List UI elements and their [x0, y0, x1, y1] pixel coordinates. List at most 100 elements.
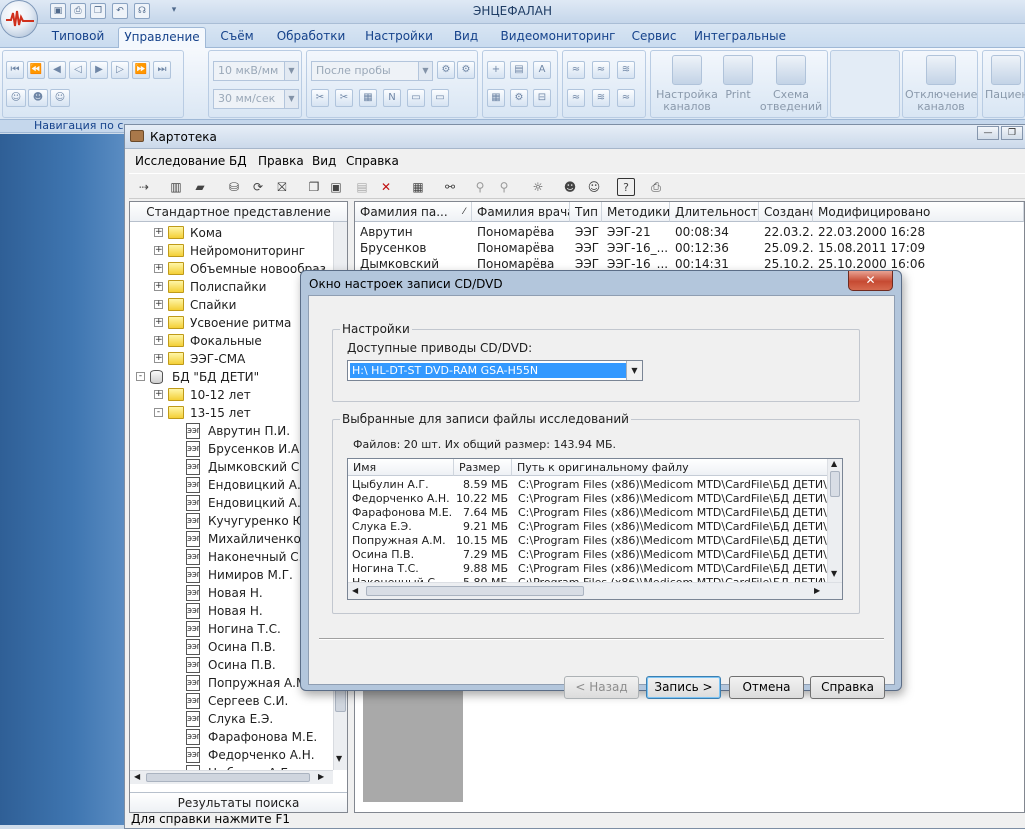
help-button[interactable]: Справка — [810, 676, 885, 699]
tool-icon[interactable]: ✂ — [335, 89, 353, 107]
scheme-button[interactable]: Схема отведений — [757, 55, 825, 113]
file-row[interactable]: Попружная А.М. 10.15 МБ C:\Program Files (… — [348, 534, 827, 548]
close-icon[interactable]: ✕ — [848, 271, 893, 291]
scroll-left-icon[interactable]: ◀ — [134, 772, 140, 781]
name-icon[interactable]: N — [383, 89, 401, 107]
wave-icon[interactable]: ≋ — [592, 89, 610, 107]
tab-servis[interactable]: Сервис — [626, 27, 682, 48]
print-icon[interactable]: ⎙ — [70, 3, 86, 19]
file-col-name[interactable]: Имя — [348, 459, 454, 476]
app-menu-button[interactable] — [0, 0, 38, 38]
tree-node[interactable]: ЭЭГ Фарафонова М.Е. — [130, 728, 333, 746]
paste-icon[interactable]: ▣ — [327, 178, 345, 196]
after-probe-combo[interactable]: После пробы ▼ — [311, 61, 433, 81]
database-icon[interactable]: ⛁ — [225, 178, 243, 196]
tab-obrabotki[interactable]: Обработки — [270, 27, 352, 48]
channels-setup-button[interactable]: Настройка каналов — [655, 55, 719, 113]
lightbulb-icon[interactable]: ☼ — [529, 178, 547, 196]
folder-open-icon[interactable]: ▰ — [191, 178, 209, 196]
write-button[interactable]: Запись > — [646, 676, 721, 699]
cancel-button[interactable]: Отмена — [729, 676, 804, 699]
col-type[interactable]: Тип — [570, 202, 602, 222]
tab-videomonitoring[interactable]: Видеомониторинг — [496, 27, 620, 48]
table-row[interactable]: Аврутин Пономарёва ЭЭГ ЭЭГ-21 00:08:34 22.03.… — [355, 224, 1024, 240]
file-col-path[interactable]: Путь к оригинальному файлу — [512, 459, 842, 476]
expand-icon[interactable]: + — [154, 228, 163, 237]
col-patient[interactable]: Фамилия па... ⁄ — [355, 202, 472, 222]
play-back-icon[interactable]: ◁ — [69, 61, 87, 79]
print-button[interactable]: Print — [721, 55, 755, 101]
file-row[interactable]: Цыбулин А.Г. 8.59 МБ C:\Program Files (x86… — [348, 478, 827, 492]
disconnect-channels-button[interactable]: Отключение каналов — [905, 55, 977, 113]
step-back-icon[interactable]: ◀ — [48, 61, 66, 79]
help-icon[interactable]: ? — [617, 178, 635, 196]
undo-icon[interactable]: ↶ — [112, 3, 128, 19]
scroll-right-icon[interactable]: ▶ — [318, 772, 324, 781]
pin-icon[interactable]: ⚲ — [471, 178, 489, 196]
menu-help[interactable]: Справка — [346, 154, 399, 168]
speed-combo[interactable]: 30 мм/сек ▼ — [213, 89, 299, 109]
tree-node[interactable]: ЭЭГ Федорченко А.Н. — [130, 746, 333, 764]
first-icon[interactable]: ⏮ — [6, 61, 24, 79]
tree-node[interactable]: ЭЭГ Слука Е.Э. — [130, 710, 333, 728]
wave-icon[interactable]: ≈ — [592, 61, 610, 79]
last-icon[interactable]: ⏭ — [153, 61, 171, 79]
back-button[interactable]: < Назад — [564, 676, 639, 699]
save-icon[interactable]: ▣ — [50, 3, 66, 19]
tree-node[interactable]: ЭЭГ Сергеев С.И. — [130, 692, 333, 710]
people-icon[interactable]: ☺ — [50, 89, 70, 107]
scroll-thumb[interactable] — [146, 773, 310, 782]
wave-icon[interactable]: ≈ — [567, 89, 585, 107]
auto-icon[interactable]: A — [533, 61, 551, 79]
expand-icon[interactable]: + — [154, 390, 163, 399]
sensitivity-combo[interactable]: 10 мкВ/мм ▼ — [213, 61, 299, 81]
file-row[interactable]: Осина П.В. 7.29 МБ C:\Program Files (x86)\… — [348, 548, 827, 562]
tab-vid[interactable]: Вид — [446, 27, 486, 48]
collapse-icon[interactable]: - — [154, 408, 163, 417]
tool-icon[interactable]: ✂ — [311, 89, 329, 107]
tab-tipovoy[interactable]: Типовой — [40, 27, 116, 48]
wave-icon[interactable]: ≈ — [617, 89, 635, 107]
users-icon[interactable]: ☻ — [561, 178, 579, 196]
people-icon[interactable]: ☻ — [28, 89, 48, 107]
signal-icon[interactable]: ☊ — [134, 3, 150, 19]
file-row[interactable]: Федорченко А.Н. 10.22 МБ C:\Program Files … — [348, 492, 827, 506]
add-page-icon[interactable]: + — [487, 61, 505, 79]
expand-icon[interactable]: + — [154, 300, 163, 309]
people-icon[interactable]: ☺ — [6, 89, 26, 107]
scroll-thumb[interactable] — [830, 471, 840, 497]
menu-research[interactable]: Исследование — [135, 154, 225, 168]
expand-icon[interactable]: + — [154, 282, 163, 291]
delete-db-icon[interactable]: ⛝ — [273, 178, 291, 196]
tree-horizontal-scrollbar[interactable]: ◀ ▶ — [130, 770, 333, 784]
scroll-right-icon[interactable]: ▶ — [814, 586, 820, 595]
delete-icon[interactable]: ✕ — [377, 178, 395, 196]
wave-icon[interactable]: ≈ — [567, 61, 585, 79]
file-row[interactable]: Фарафонова М.Е. 7.64 МБ C:\Program Files (… — [348, 506, 827, 520]
tree-node[interactable]: + Нейромониторинг — [130, 242, 333, 260]
monitor-icon[interactable]: ▭ — [407, 89, 425, 107]
expand-icon[interactable]: + — [154, 336, 163, 345]
settings-icon[interactable]: ⚙ — [510, 89, 528, 107]
minimize-icon[interactable]: — — [977, 126, 999, 140]
scroll-down-icon[interactable]: ▼ — [831, 569, 837, 578]
menu-view[interactable]: Вид — [312, 154, 336, 168]
expand-icon[interactable]: + — [154, 354, 163, 363]
files-vertical-scrollbar[interactable]: ▲ ▼ — [827, 459, 842, 582]
col-methods[interactable]: Методики — [602, 202, 670, 222]
file-row[interactable]: Ногина Т.С. 9.88 МБ C:\Program Files (x86)… — [348, 562, 827, 576]
col-duration[interactable]: Длительность — [670, 202, 759, 222]
col-created[interactable]: Создано — [759, 202, 813, 222]
drive-select[interactable]: H:\ HL-DT-ST DVD-RAM GSA-H55N ▼ — [347, 360, 643, 381]
tab-syom[interactable]: Съём — [210, 27, 264, 48]
menu-db[interactable]: БД — [229, 154, 247, 168]
tool-icon[interactable]: ▦ — [359, 89, 377, 107]
users-icon[interactable]: ☺ — [585, 178, 603, 196]
col-modified[interactable]: Модифицировано — [813, 202, 1024, 222]
printer-icon[interactable]: ⎙ — [647, 178, 665, 196]
scroll-down-icon[interactable]: ▼ — [336, 754, 342, 763]
grid-icon[interactable]: ▦ — [487, 89, 505, 107]
play-icon[interactable]: ▶ — [90, 61, 108, 79]
scroll-left-icon[interactable]: ◀ — [352, 586, 358, 595]
cut-icon[interactable]: ▤ — [353, 178, 371, 196]
